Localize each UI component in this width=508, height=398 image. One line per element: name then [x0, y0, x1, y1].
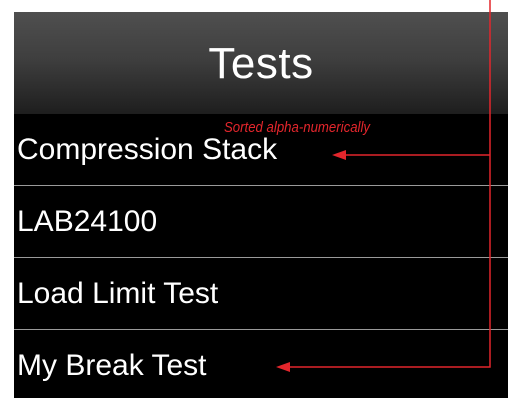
tests-list: Compression Stack LAB24100 Load Limit Te…: [14, 114, 508, 398]
test-item-label: Compression Stack: [17, 133, 278, 166]
test-list-item[interactable]: My Break Test: [14, 330, 508, 398]
header-bar: Tests: [14, 12, 508, 114]
screenshot-stage: Tests Compression Stack LAB24100 Load Li…: [0, 0, 508, 398]
test-item-label: LAB24100: [17, 205, 158, 238]
test-list-item[interactable]: LAB24100: [14, 186, 508, 258]
test-item-label: Load Limit Test: [17, 277, 219, 310]
tests-panel: Tests Compression Stack LAB24100 Load Li…: [14, 12, 508, 398]
page-title: Tests: [208, 39, 314, 88]
annotation-label: Sorted alpha-numerically: [224, 119, 371, 136]
test-item-label: My Break Test: [17, 349, 207, 382]
test-list-item[interactable]: Load Limit Test: [14, 258, 508, 330]
